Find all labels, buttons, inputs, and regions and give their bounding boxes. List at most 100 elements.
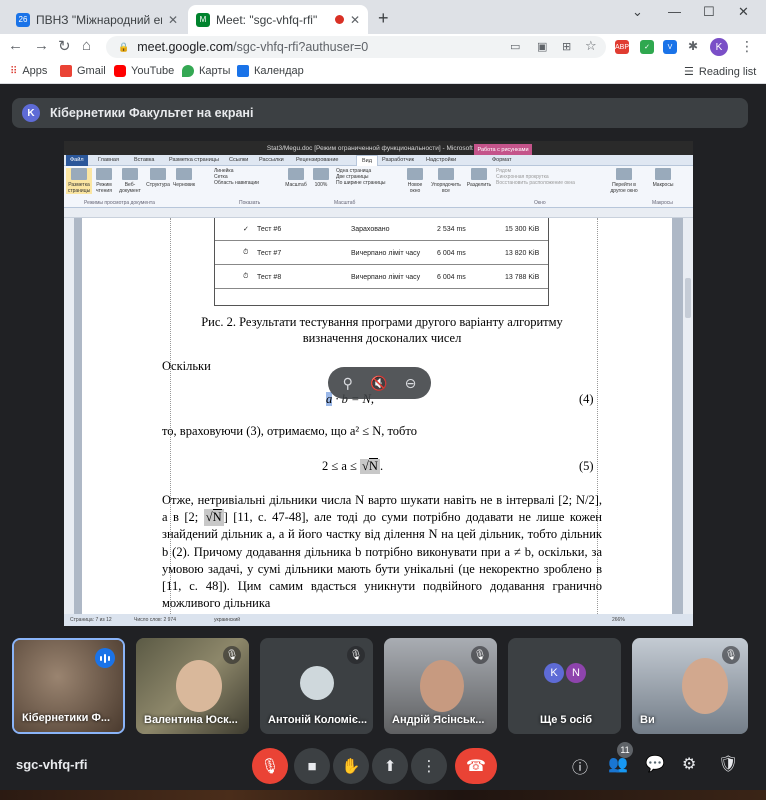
- ribbon-button: Веб-документ: [116, 168, 144, 194]
- ribbon-checks-show: Линейка Сетка Область навигации: [214, 168, 259, 186]
- outline-icon: [150, 168, 166, 180]
- ribbon-tab: Ссылки: [229, 157, 249, 163]
- results-table: ✓ Тест #6 Зараховано 2 534 ms 15 300 KiB…: [214, 218, 549, 306]
- shield-extension-icon[interactable]: ✓: [640, 40, 654, 54]
- host-controls-icon[interactable]: 🛡: [718, 754, 738, 774]
- reading-list-button[interactable]: ☰ Reading list: [684, 65, 757, 79]
- extensions-puzzle-icon[interactable]: ✱: [688, 39, 698, 53]
- ribbon-button: Масштаб: [284, 168, 308, 188]
- participant-name: Андрій Ясінськ...: [392, 714, 485, 726]
- bookmark-star-icon[interactable]: ☆: [585, 38, 597, 54]
- table-cell: Тест #7: [257, 249, 282, 257]
- meeting-details-icon[interactable]: ⓘ: [572, 754, 588, 778]
- cast-icon[interactable]: ▣: [537, 40, 547, 53]
- adblock-extension-icon[interactable]: ABP: [615, 40, 629, 54]
- participant-tile-presenter[interactable]: Кібернетики Ф...: [12, 638, 125, 734]
- bookmark-calendar[interactable]: Календар: [237, 65, 304, 77]
- raise-hand-button[interactable]: ✋: [333, 748, 369, 784]
- word-title-bar: Stat3/Megu.doc [Режим ограниченной функц…: [64, 141, 693, 155]
- table-cell: Вичерпано ліміт часу: [351, 249, 421, 257]
- participant-avatar: K: [544, 663, 564, 683]
- profile-avatar[interactable]: K: [710, 38, 728, 56]
- mic-off-icon: 🎙: [347, 646, 365, 664]
- chat-icon[interactable]: 💬: [645, 754, 665, 774]
- home-icon[interactable]: ⌂: [82, 37, 91, 54]
- ribbon-button-label: Веб-документ: [119, 182, 141, 194]
- table-row: ⏱ Тест #7 Вичерпано ліміт часу 6 004 ms …: [215, 242, 548, 265]
- participant-tile[interactable]: 🎙 Валентина Юск...: [136, 638, 249, 734]
- back-icon[interactable]: ←: [8, 37, 23, 54]
- sqrt-radicand: N: [368, 458, 378, 473]
- remove-icon[interactable]: ⊖: [405, 375, 417, 392]
- bookmark-youtube[interactable]: YouTube: [114, 65, 174, 77]
- table-row: ⏱ Тест #8 Вичерпано ліміт часу 6 004 ms …: [215, 266, 548, 289]
- pin-off-icon[interactable]: ⚲: [343, 375, 353, 392]
- bookmark-gmail[interactable]: Gmail: [60, 65, 106, 77]
- close-tab-icon[interactable]: ✕: [168, 13, 178, 27]
- zoom-icon: [288, 168, 304, 180]
- participant-tile-more[interactable]: K N Ще 5 осіб: [508, 638, 621, 734]
- maximize-button[interactable]: ☐: [703, 4, 715, 20]
- paragraph-text: ] [11, с. 47-48], але тоді до суми потрі…: [162, 510, 602, 611]
- check-label: Область навигации: [214, 180, 259, 186]
- reload-icon[interactable]: ↻: [58, 37, 71, 55]
- ribbon-button: Разметка страницы: [66, 168, 92, 194]
- browser-tab-meet[interactable]: M Meet: "sgc-vhfq-rfi" ✕: [188, 5, 368, 34]
- close-window-button[interactable]: ✕: [738, 4, 749, 20]
- zoom-100-icon: [313, 168, 329, 180]
- status-page: Страница: 7 из 12: [70, 617, 112, 623]
- tab-search-icon[interactable]: ⌄: [632, 4, 643, 20]
- bookmark-label: YouTube: [131, 65, 175, 77]
- table-cell: 13 820 KiB: [505, 249, 540, 257]
- more-options-button[interactable]: ⋮: [411, 748, 447, 784]
- mic-toggle-button[interactable]: 🎙: [252, 748, 288, 784]
- browser-menu-icon[interactable]: ⋮: [740, 38, 754, 55]
- activities-icon[interactable]: ⚙: [682, 754, 696, 774]
- qr-icon[interactable]: ⊞: [562, 40, 571, 53]
- status-words: Число слов: 2 974: [134, 617, 176, 623]
- macros-icon: [655, 168, 671, 180]
- participant-tile-self[interactable]: 🎙 Ви: [632, 638, 748, 734]
- camera-toggle-button[interactable]: ■: [294, 748, 330, 784]
- browser-tab-university[interactable]: 26 ПВНЗ "Міжнародний економіч ✕: [8, 5, 186, 34]
- word-status-bar: Страница: 7 из 12 Число слов: 2 974 укра…: [64, 614, 693, 626]
- ribbon-checks-window: Рядом Синхронная прокрутка Восстановить …: [496, 168, 575, 186]
- participant-tile[interactable]: 🎙 Андрій Ясінськ...: [384, 638, 497, 734]
- bookmark-maps[interactable]: Карты: [182, 65, 230, 77]
- status-zoom: 266%: [612, 617, 625, 623]
- status-language: украинский: [214, 617, 241, 623]
- present-button[interactable]: ⬆: [372, 748, 408, 784]
- mute-off-icon[interactable]: 🔇: [370, 375, 387, 392]
- presenter-avatar: K: [22, 104, 40, 122]
- participant-face: [420, 660, 464, 712]
- caption-line: визначення досконалих чисел: [302, 331, 462, 345]
- equation-text: .: [379, 459, 384, 473]
- screen: 26 ПВНЗ "Міжнародний економіч ✕ M Meet: …: [0, 0, 766, 800]
- bookmark-apps[interactable]: ⠿ Apps: [10, 65, 47, 77]
- ribbon-tab: Вставка: [134, 157, 155, 163]
- camera-permission-icon[interactable]: ▭: [510, 40, 520, 53]
- forward-icon[interactable]: →: [34, 37, 49, 54]
- draft-icon: [176, 168, 192, 180]
- word-window-title: Stat3/Megu.doc [Режим ограниченной функц…: [266, 144, 491, 152]
- address-bar[interactable]: 🔒 meet.google.com/sgc-vhfq-rfi?authuser=…: [106, 36, 606, 58]
- close-tab-icon[interactable]: ✕: [350, 13, 360, 27]
- calendar-icon: [237, 65, 249, 77]
- ribbon-button-label: Черновик: [172, 182, 196, 188]
- ribbon-group-label: Макросы: [652, 200, 673, 206]
- minimize-button[interactable]: —: [668, 4, 681, 19]
- ribbon-button-label: 100%: [314, 182, 328, 188]
- check-label: Восстановить расположение окна: [496, 180, 575, 186]
- participant-tile[interactable]: 🎙 Антоній Коломіє...: [260, 638, 373, 734]
- vpn-extension-icon[interactable]: V: [663, 40, 677, 54]
- leave-call-button[interactable]: ☎: [455, 748, 497, 784]
- tab-title: ПВНЗ "Міжнародний економіч: [36, 12, 162, 27]
- new-tab-button[interactable]: +: [378, 8, 389, 29]
- presenter-controls-overlay: ⚲ 🔇 ⊖: [328, 367, 431, 399]
- check-label: По ширине страницы: [336, 180, 386, 186]
- ribbon-button: Новое окно: [404, 168, 426, 194]
- hand-icon: ✋: [341, 758, 361, 775]
- ribbon-button: Структура: [146, 168, 170, 188]
- reading-list-label: Reading list: [698, 65, 757, 78]
- ribbon-tab: Рассылки: [259, 157, 284, 163]
